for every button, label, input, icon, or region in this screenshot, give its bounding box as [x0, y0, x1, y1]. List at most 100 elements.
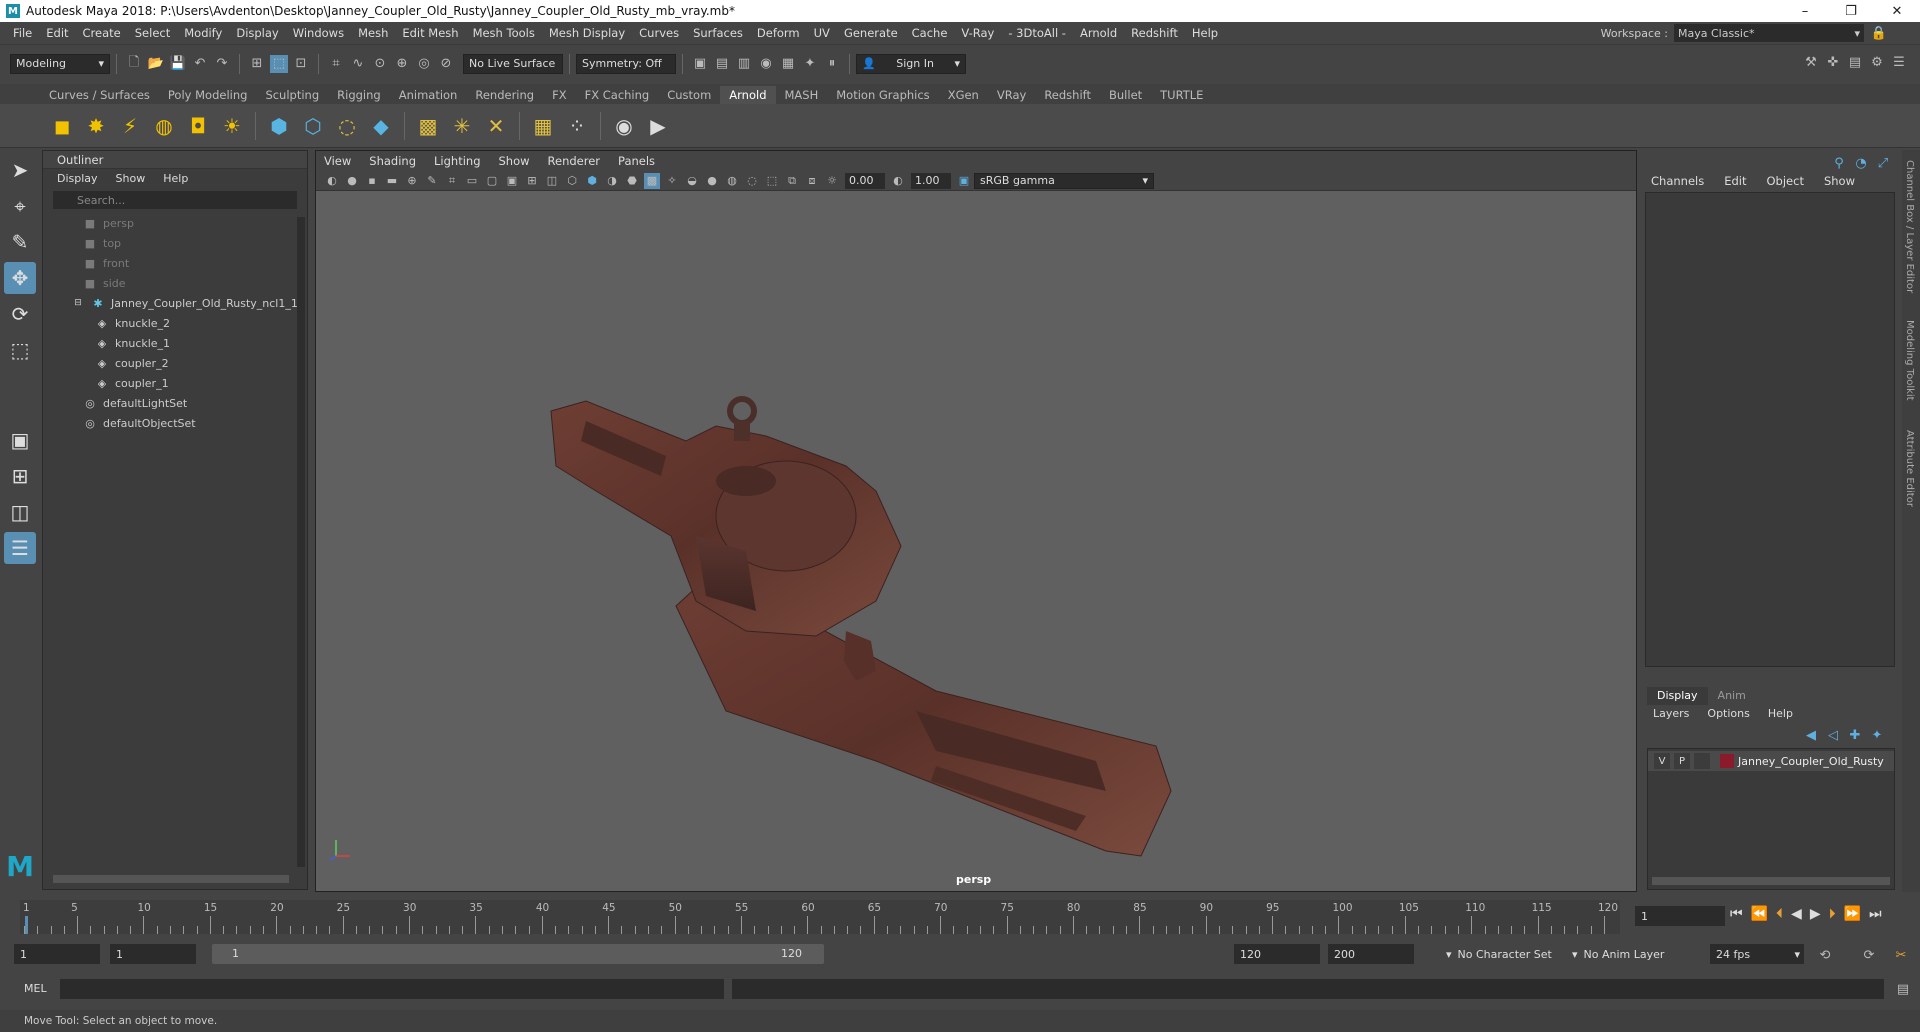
menu-display[interactable]: Display — [229, 26, 285, 40]
command-input[interactable] — [60, 979, 724, 999]
select-object-icon[interactable]: ⬚ — [270, 54, 288, 73]
restore-button[interactable]: ❐ — [1828, 0, 1874, 22]
list-item[interactable]: ◈ knuckle_1 — [83, 333, 307, 353]
range-slider[interactable]: 1 120 — [212, 944, 824, 964]
safe-action-icon[interactable]: ◫ — [544, 173, 560, 189]
current-time-marker[interactable] — [25, 916, 28, 934]
tx-manager-icon[interactable]: ▦ — [529, 112, 557, 140]
menu-cache[interactable]: Cache — [905, 26, 955, 40]
tool-settings-icon[interactable]: ⚙ — [1868, 53, 1886, 71]
flush-texture-icon[interactable]: ▩ — [414, 112, 442, 140]
menu-surfaces[interactable]: Surfaces — [686, 26, 750, 40]
layer-playback-toggle[interactable]: P — [1674, 753, 1690, 769]
paint-select-tool-icon[interactable]: ✎ — [4, 226, 36, 258]
tab-turtle[interactable]: TURTLE — [1151, 86, 1212, 104]
step-back-frame-icon[interactable]: ⏴ — [1776, 906, 1783, 922]
outliner-menu-help[interactable]: Help — [163, 172, 188, 185]
wireframe-on-shaded-icon[interactable]: ⬣ — [624, 173, 640, 189]
list-item[interactable]: ■ side — [83, 273, 307, 293]
snap-edge-icon[interactable]: ⊘ — [437, 55, 455, 73]
menu-windows[interactable]: Windows — [286, 26, 351, 40]
gate-mask-icon[interactable]: ▣ — [504, 173, 520, 189]
menu-redshift[interactable]: Redshift — [1124, 26, 1185, 40]
horizontal-scrollbar[interactable] — [1652, 877, 1890, 885]
resolution-gate-icon[interactable]: ▢ — [484, 173, 500, 189]
2d-pan-zoom-icon[interactable]: ⊕ — [404, 173, 420, 189]
lasso-tool-icon[interactable]: ⌖ — [4, 190, 36, 222]
minimize-button[interactable]: – — [1782, 0, 1828, 22]
go-to-start-icon[interactable]: ⏮ — [1730, 906, 1743, 922]
mode-dropdown[interactable]: Modeling ▾ — [10, 53, 110, 74]
viewport-canvas[interactable] — [316, 191, 1636, 891]
list-item[interactable]: ◈ coupler_2 — [83, 353, 307, 373]
xray-icon[interactable]: ⧉ — [784, 173, 800, 189]
exposure-icon[interactable]: ☼ — [824, 173, 840, 189]
xray-joints-icon[interactable]: ⧈ — [804, 173, 820, 189]
modeling-toolkit-icon[interactable]: ⚒ — [1802, 53, 1820, 71]
undo-icon[interactable]: ↶ — [191, 55, 209, 73]
shadows-icon[interactable]: ◒ — [684, 173, 700, 189]
animation-preferences-icon[interactable]: ✂ — [1892, 946, 1910, 964]
list-item[interactable]: ⊟ ✱ Janney_Coupler_Old_Rusty_ncl1_1 — [71, 293, 307, 313]
snap-surface-icon[interactable]: ◎ — [415, 55, 433, 73]
step-forward-key-icon[interactable]: ⏩ — [1844, 906, 1861, 922]
time-slider[interactable]: 1 5 10 15 20 25 30 35 40 45 50 55 60 65 70 75 80 85 90 95 1… — [20, 900, 1620, 934]
menu-mesh[interactable]: Mesh — [351, 26, 395, 40]
move-layer-up-icon[interactable]: ◀ — [1802, 726, 1820, 744]
bookmark-icon[interactable]: ▪ — [364, 173, 380, 189]
vp-menu-lighting[interactable]: Lighting — [434, 154, 480, 168]
tab-rendering[interactable]: Rendering — [466, 86, 543, 104]
vp-menu-shading[interactable]: Shading — [369, 154, 416, 168]
layer-visibility-toggle[interactable]: V — [1654, 753, 1670, 769]
tab-bullet[interactable]: Bullet — [1100, 86, 1151, 104]
tab-fx-caching[interactable]: FX Caching — [576, 86, 659, 104]
vp-menu-panels[interactable]: Panels — [618, 154, 655, 168]
render-view-eye-icon[interactable]: ◉ — [610, 112, 638, 140]
vray-icon[interactable]: ✦ — [801, 55, 819, 73]
tab-arnold[interactable]: Arnold — [720, 86, 776, 104]
layer-menu-options[interactable]: Options — [1707, 707, 1749, 720]
tab-fx[interactable]: FX — [543, 86, 576, 104]
pause-icon[interactable]: ⏸ — [823, 55, 841, 73]
workspace-dropdown[interactable]: Maya Classic* ▾ — [1674, 24, 1864, 42]
smooth-shade-icon[interactable]: ⬢ — [584, 173, 600, 189]
hypershade-icon[interactable]: ◉ — [757, 55, 775, 73]
lock-icon[interactable]: 🔒 — [1870, 24, 1888, 42]
channel-box[interactable] — [1645, 192, 1895, 667]
lights-icon[interactable]: ✧ — [664, 173, 680, 189]
float-panel-icon[interactable]: ◔ — [1852, 154, 1870, 172]
exposure-field[interactable]: 0.00 — [845, 172, 885, 189]
tab-motion-graphics[interactable]: Motion Graphics — [827, 86, 938, 104]
list-item[interactable]: ■ top — [83, 233, 307, 253]
play-backward-icon[interactable]: ◀ — [1791, 906, 1802, 922]
tab-mash[interactable]: MASH — [776, 86, 828, 104]
cb-menu-channels[interactable]: Channels — [1651, 174, 1704, 188]
grid-icon[interactable]: ⌗ — [444, 173, 460, 189]
menu-help[interactable]: Help — [1185, 26, 1225, 40]
grease-pencil-icon[interactable]: ✎ — [424, 173, 440, 189]
render-play-icon[interactable]: ▶ — [644, 112, 672, 140]
side-tab-channel-box[interactable]: Channel Box / Layer Editor — [1904, 160, 1915, 293]
live-surface-field[interactable]: No Live Surface — [463, 53, 563, 74]
side-tab-modeling-toolkit[interactable]: Modeling Toolkit — [1904, 320, 1915, 401]
play-forward-icon[interactable]: ▶ — [1810, 906, 1821, 922]
menu-modify[interactable]: Modify — [177, 26, 229, 40]
expand-panel-icon[interactable]: ⤢ — [1874, 154, 1892, 172]
menu-3dtoall[interactable]: - 3DtoAll - — [1001, 26, 1073, 40]
command-language-label[interactable]: MEL — [24, 982, 47, 995]
gamma-icon[interactable]: ◐ — [890, 173, 906, 189]
menu-file[interactable]: File — [6, 26, 39, 40]
menu-mesh-display[interactable]: Mesh Display — [542, 26, 632, 40]
layer-display-type-toggle[interactable] — [1694, 753, 1710, 769]
tab-display[interactable]: Display — [1647, 687, 1708, 705]
select-camera-icon[interactable]: ◐ — [324, 173, 340, 189]
loop-icon[interactable]: ⟲ — [1816, 946, 1834, 964]
ipr-render-icon[interactable]: ▤ — [713, 55, 731, 73]
menu-curves[interactable]: Curves — [632, 26, 686, 40]
image-plane-icon[interactable]: ▬ — [384, 173, 400, 189]
film-gate-icon[interactable]: ▭ — [464, 173, 480, 189]
current-frame-field[interactable]: 1 — [1635, 906, 1725, 926]
menu-edit-mesh[interactable]: Edit Mesh — [395, 26, 465, 40]
list-item[interactable]: ■ persp — [83, 213, 307, 233]
tab-curves-surfaces[interactable]: Curves / Surfaces — [40, 86, 159, 104]
